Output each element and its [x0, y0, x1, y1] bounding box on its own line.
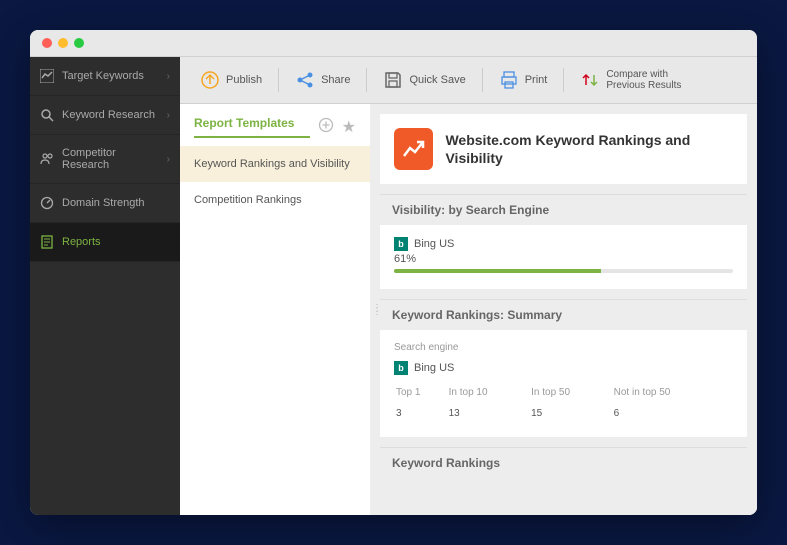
toolbar: Publish Share Quick Save Print — [180, 57, 757, 104]
visibility-percentage: 61% — [394, 253, 733, 265]
chart-icon — [40, 69, 54, 83]
engine-name: Bing US — [414, 238, 454, 250]
sidebar-item-keyword-research[interactable]: Keyword Research › — [30, 96, 180, 135]
save-icon — [383, 70, 403, 90]
table-cell: 6 — [614, 406, 731, 419]
share-button[interactable]: Share — [287, 66, 358, 94]
divider — [366, 68, 367, 92]
report-header-card: Website.com Keyword Rankings and Visibil… — [380, 114, 747, 184]
toolbar-label: Quick Save — [409, 74, 465, 86]
sidebar-item-competitor-research[interactable]: Competitor Research › — [30, 135, 180, 184]
add-icon[interactable] — [318, 117, 334, 138]
sidebar-item-domain-strength[interactable]: Domain Strength — [30, 184, 180, 223]
bing-icon: b — [394, 361, 408, 375]
sidebar-item-label: Reports — [62, 236, 170, 248]
maximize-icon[interactable] — [74, 38, 84, 48]
templates-panel: Report Templates ★ Keyword Rankings and … — [180, 104, 370, 515]
report-area: ⋮⋮ Website.com Keyword Rankings and Visi… — [370, 104, 757, 515]
section-title: Visibility: by Search Engine — [380, 194, 747, 225]
toolbar-label: Print — [525, 74, 548, 86]
table-cell: 13 — [449, 406, 530, 419]
sub-label: Search engine — [394, 342, 733, 353]
search-engine-row: b Bing US — [394, 361, 733, 375]
progress-bar — [394, 269, 733, 273]
app-window: Target Keywords › Keyword Research › Com… — [30, 30, 757, 515]
section-title: Keyword Rankings — [380, 447, 747, 478]
drag-handle-icon[interactable]: ⋮⋮ — [372, 307, 382, 313]
section-title: Keyword Rankings: Summary — [380, 299, 747, 330]
table-header: Not in top 50 — [614, 387, 731, 404]
close-icon[interactable] — [42, 38, 52, 48]
main-area: Target Keywords › Keyword Research › Com… — [30, 57, 757, 515]
toolbar-label: Compare with Previous Results — [606, 69, 681, 91]
toolbar-label: Share — [321, 74, 350, 86]
gauge-icon — [40, 196, 54, 210]
visibility-section: Visibility: by Search Engine b Bing US 6… — [380, 194, 747, 289]
print-icon — [499, 70, 519, 90]
template-item-keyword-rankings[interactable]: Keyword Rankings and Visibility — [180, 146, 370, 182]
summary-section: Keyword Rankings: Summary Search engine … — [380, 299, 747, 437]
engine-name: Bing US — [414, 362, 454, 374]
divider — [563, 68, 564, 92]
templates-title: Report Templates — [194, 116, 310, 138]
window-titlebar — [30, 30, 757, 57]
share-icon — [295, 70, 315, 90]
sidebar-item-label: Target Keywords — [62, 70, 159, 82]
templates-header: Report Templates ★ — [180, 104, 370, 146]
compare-button[interactable]: Compare with Previous Results — [572, 65, 689, 95]
search-icon — [40, 108, 54, 122]
content-area: Publish Share Quick Save Print — [180, 57, 757, 515]
minimize-icon[interactable] — [58, 38, 68, 48]
report-title: Website.com Keyword Rankings and Visibil… — [445, 131, 733, 167]
trend-up-icon — [394, 128, 433, 170]
table-cell: 3 — [396, 406, 447, 419]
bing-icon: b — [394, 237, 408, 251]
table-header: In top 10 — [449, 387, 530, 404]
body-area: Report Templates ★ Keyword Rankings and … — [180, 104, 757, 515]
table-cell: 15 — [531, 406, 612, 419]
print-button[interactable]: Print — [491, 66, 556, 94]
compare-icon — [580, 70, 600, 90]
search-engine-row: b Bing US — [394, 237, 733, 251]
sidebar-item-target-keywords[interactable]: Target Keywords › — [30, 57, 180, 96]
chevron-right-icon: › — [167, 154, 170, 165]
people-icon — [40, 152, 54, 166]
sidebar-item-label: Keyword Research — [62, 109, 159, 121]
divider — [482, 68, 483, 92]
sidebar-item-label: Domain Strength — [62, 197, 170, 209]
upload-icon — [200, 70, 220, 90]
progress-fill — [394, 269, 601, 273]
quicksave-button[interactable]: Quick Save — [375, 66, 473, 94]
sidebar: Target Keywords › Keyword Research › Com… — [30, 57, 180, 515]
chevron-right-icon: › — [167, 71, 170, 82]
sidebar-item-reports[interactable]: Reports — [30, 223, 180, 262]
chevron-right-icon: › — [167, 110, 170, 121]
sidebar-item-label: Competitor Research — [62, 147, 159, 171]
rankings-section: Keyword Rankings — [380, 447, 747, 478]
document-icon — [40, 235, 54, 249]
table-header: Top 1 — [396, 387, 447, 404]
summary-table: Top 1 In top 10 In top 50 Not in top 50 … — [394, 385, 733, 421]
divider — [278, 68, 279, 92]
table-header: In top 50 — [531, 387, 612, 404]
publish-button[interactable]: Publish — [192, 66, 270, 94]
toolbar-label: Publish — [226, 74, 262, 86]
template-item-competition-rankings[interactable]: Competition Rankings — [180, 182, 370, 218]
star-icon[interactable]: ★ — [342, 117, 356, 137]
